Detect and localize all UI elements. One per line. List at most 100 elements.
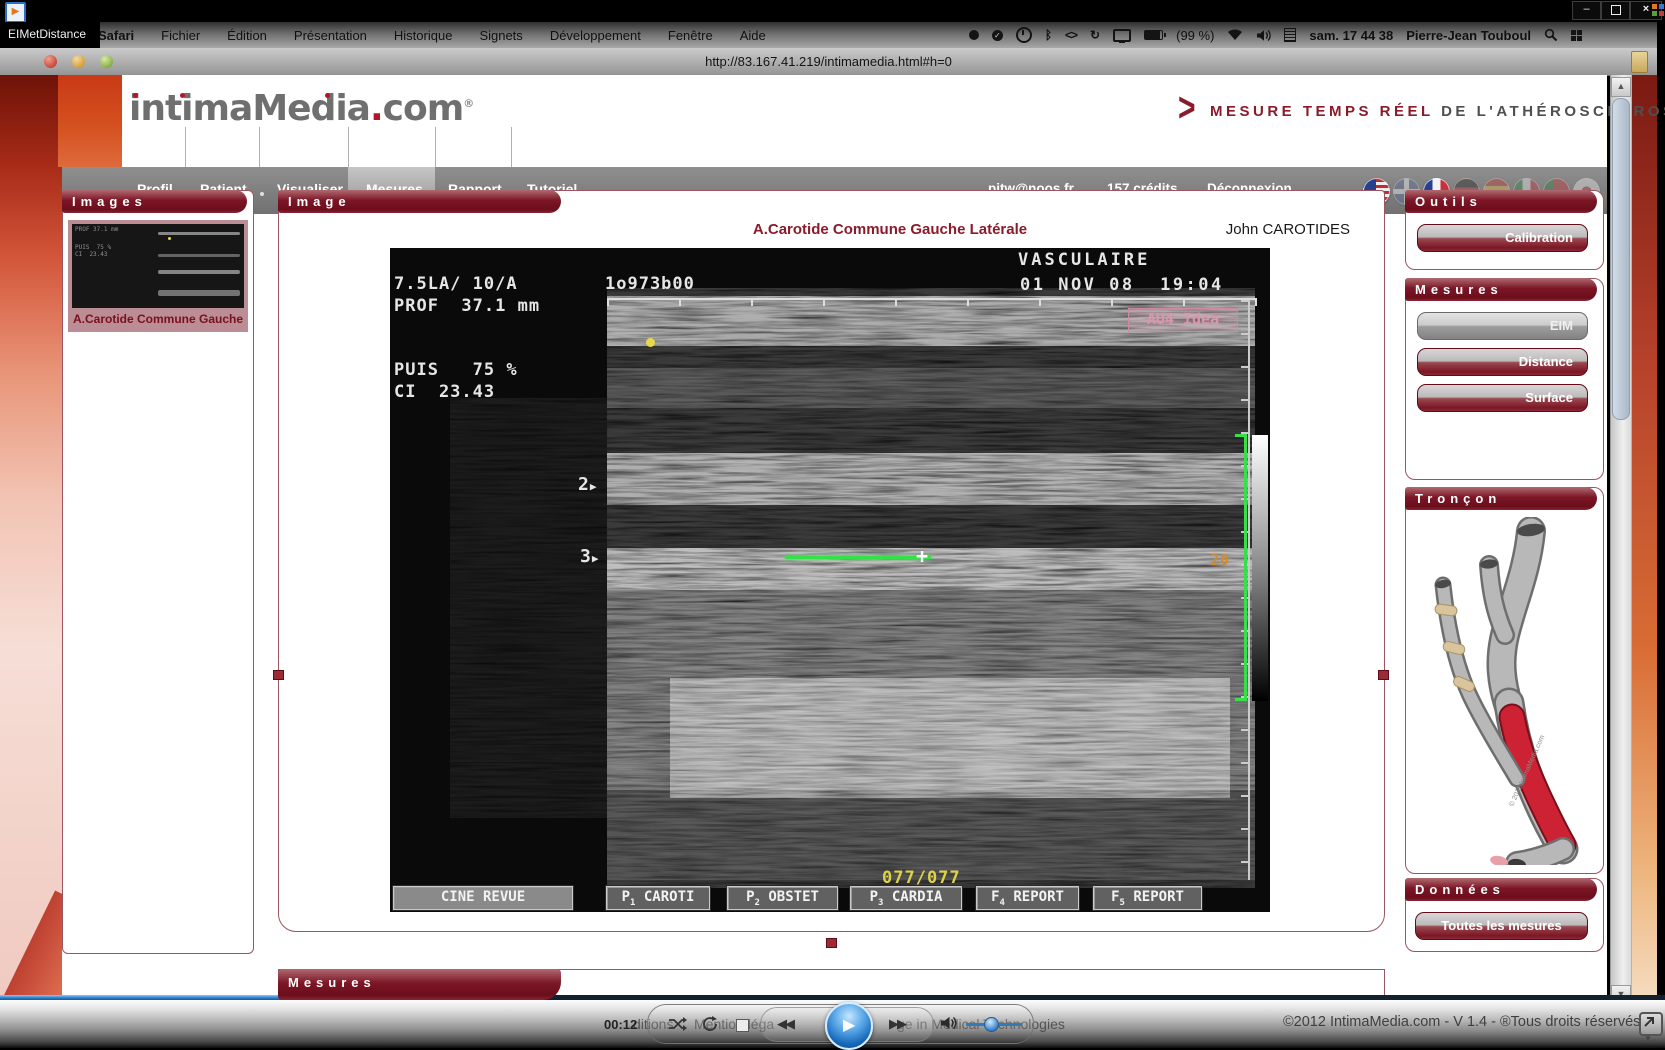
fullscreen-button[interactable] xyxy=(1639,1012,1663,1036)
spotlight-search-icon[interactable] xyxy=(1544,28,1558,42)
menu-edition[interactable]: Édition xyxy=(227,28,267,43)
minimize-button[interactable]: – xyxy=(1572,1,1601,20)
shuffle-icon[interactable] xyxy=(668,1017,687,1031)
wifi-icon[interactable] xyxy=(1227,29,1243,41)
wallpaper-red-band xyxy=(0,890,62,1000)
battery-icon[interactable] xyxy=(1144,30,1163,40)
player-app-icon: ▶ xyxy=(5,2,26,23)
monitor-button-cardia: P3 CARDIA xyxy=(850,886,962,910)
logo-red-dot-1 xyxy=(133,93,138,98)
time-machine-icon[interactable] xyxy=(1016,27,1032,43)
tagline-chevron-icon: > xyxy=(1178,86,1196,132)
us-annotation-box: AU4 Idea xyxy=(1128,308,1238,332)
thumb-text: PUIS 75 % CI 23.43 xyxy=(75,244,111,258)
menu-fichier[interactable]: Fichier xyxy=(161,28,200,43)
player-volume-icon[interactable] xyxy=(940,1015,957,1031)
stop-icon[interactable] xyxy=(736,1019,749,1032)
us-marker-2: 2▶ xyxy=(578,474,597,495)
measurement-line[interactable] xyxy=(785,556,931,559)
panel-resize-handle-right[interactable] xyxy=(1378,670,1389,680)
us-top-ruler-ticks xyxy=(607,298,1257,306)
volume-slider-thumb[interactable] xyxy=(984,1017,999,1032)
us-green-scale-cap-top xyxy=(1235,434,1247,437)
desktop-wallpaper-right xyxy=(1632,75,1657,1000)
player-window-title: EIMetDistance xyxy=(0,22,100,48)
calibration-button[interactable]: Calibration xyxy=(1417,224,1588,252)
measures-panel-header: Mesures xyxy=(1405,278,1597,301)
scrollbar-up-arrow[interactable]: ▲ xyxy=(1611,77,1631,97)
nav-tick xyxy=(185,127,186,167)
surface-button[interactable]: Surface xyxy=(1417,384,1588,412)
grid-menu-icon[interactable] xyxy=(1571,30,1582,41)
us-depth-label: PROF 37.1 mm xyxy=(394,296,540,316)
menubar-clock[interactable]: sam. 17 44 38 xyxy=(1309,28,1393,43)
image-title: A.Carotide Commune Gauche Latérale xyxy=(720,221,1060,238)
screen: ▶ – × Safari Fichier Édition Présentatio… xyxy=(0,0,1665,1048)
playback-time: 00:12 xyxy=(604,1017,637,1032)
us-power-label: PUIS 75 % xyxy=(394,360,518,380)
fullscreen-caret-icon[interactable]: ▼ xyxy=(1644,1034,1652,1043)
copyright-text: ©2012 IntimaMedia.com - V 1.4 - ®Tous dr… xyxy=(1283,1014,1643,1030)
image-panel-header: Image xyxy=(278,190,561,213)
restore-button[interactable] xyxy=(1601,1,1630,20)
scrollbar-thumb[interactable] xyxy=(1612,98,1630,420)
carotid-artery-diagram: © 2011 IntimaMedia.com xyxy=(1413,517,1593,865)
eim-button[interactable]: EIM xyxy=(1417,312,1588,340)
input-menu-icon[interactable] xyxy=(1284,28,1296,42)
player-controls-cluster: ◀◀ ▶ ▶▶ xyxy=(647,1004,1034,1044)
restore-icon xyxy=(1611,5,1621,15)
us-datetime: 01 NOV 08 19:04 xyxy=(1020,275,1224,295)
menu-fenetre[interactable]: Fenêtre xyxy=(668,28,713,43)
monitor-button-report-f5: F5 REPORT xyxy=(1093,886,1202,910)
url-field[interactable]: http://83.167.41.219/intimamedia.html#h=… xyxy=(0,48,1657,75)
menu-developpement[interactable]: Développement xyxy=(550,28,641,43)
status-dot-icon[interactable] xyxy=(969,30,979,40)
all-measures-button[interactable]: Toutes les mesures xyxy=(1415,912,1588,940)
forward-button[interactable]: ▶▶ xyxy=(889,1017,905,1032)
us-green-scale-cap-bottom xyxy=(1235,698,1247,701)
us-yellow-marker-dot xyxy=(646,338,655,347)
bluetooth-icon[interactable]: ᛒ xyxy=(1045,28,1052,42)
menu-aide[interactable]: Aide xyxy=(740,28,766,43)
play-button[interactable]: ▶ xyxy=(825,1002,873,1050)
tagline-strong: MESURE TEMPS RÉEL xyxy=(1210,103,1433,120)
menu-historique[interactable]: Historique xyxy=(394,28,453,43)
logo-name: intimaMedia xyxy=(129,88,370,129)
nav-separator-dot xyxy=(260,192,264,196)
patient-name: John CAROTIDES xyxy=(1150,221,1350,238)
thumbnail-image[interactable]: PROF 37.1 mm PUIS 75 % CI 23.43 xyxy=(72,224,244,308)
display-icon[interactable] xyxy=(1113,29,1131,42)
ultrasound-image[interactable]: 7.5LA/ 10/A PROF 37.1 mm 1o973b00 VASCUL… xyxy=(390,248,1270,912)
repeat-icon[interactable] xyxy=(702,1016,719,1031)
script-icon[interactable]: <> xyxy=(1065,28,1077,42)
menu-signets[interactable]: Signets xyxy=(479,28,522,43)
measurement-crosshair[interactable]: + xyxy=(916,544,929,568)
page-corner-icon[interactable] xyxy=(1631,51,1648,73)
site-logo[interactable]: intimaMedia.com® xyxy=(129,88,473,132)
volume-icon[interactable] xyxy=(1256,29,1271,42)
wallpaper-orange-block xyxy=(58,75,122,167)
logo-tld: com xyxy=(383,88,464,129)
nav-tick xyxy=(435,127,436,167)
status-check-icon[interactable]: ✓ xyxy=(992,30,1003,41)
menubar-user[interactable]: Pierre-Jean Touboul xyxy=(1406,28,1531,43)
menu-safari[interactable]: Safari xyxy=(98,28,134,43)
troncon-panel-header: Tronçon xyxy=(1405,487,1597,510)
battery-percent: (99 %) xyxy=(1176,28,1214,43)
panel-resize-handle-left[interactable] xyxy=(273,670,284,680)
nav-tick xyxy=(259,127,260,167)
menu-presentation[interactable]: Présentation xyxy=(294,28,367,43)
monitor-button-cine-revue: CINE REVUE xyxy=(393,886,573,910)
panel-resize-handle-bottom[interactable] xyxy=(826,938,837,948)
us-marker-3: 3▶ xyxy=(580,546,599,567)
distance-button[interactable]: Distance xyxy=(1417,348,1588,376)
thumb-text: PROF 37.1 mm xyxy=(75,226,118,233)
sync-icon[interactable]: ↻ xyxy=(1090,28,1100,42)
logo-dot: . xyxy=(370,88,383,129)
rewind-button[interactable]: ◀◀ xyxy=(777,1017,793,1032)
measures-panel xyxy=(1405,278,1604,480)
us-probe-label: 7.5LA/ 10/A xyxy=(394,274,518,294)
menubar-status-area: ✓ ᛒ <> ↻ (99 %) sam. 17 44 38 Pierre-Jea… xyxy=(880,22,1582,48)
thumbnail-caption: A.Carotide Commune Gauche xyxy=(68,308,248,330)
ultrasound-speckle-texture xyxy=(390,248,1270,912)
